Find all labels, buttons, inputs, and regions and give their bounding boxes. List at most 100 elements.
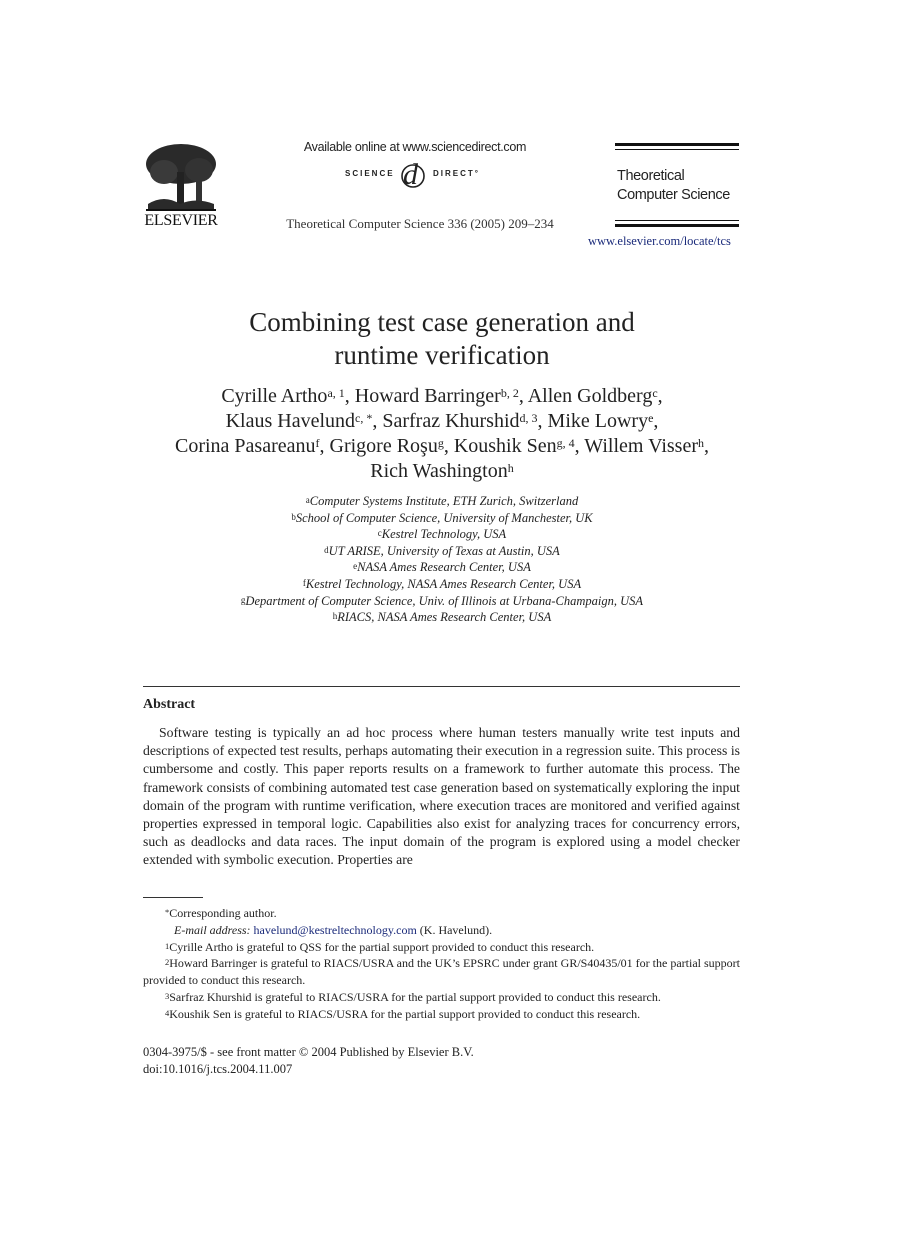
sciencedirect-direct-text: DIRECT° xyxy=(433,169,480,178)
affiliation-text: Computer Systems Institute, ETH Zurich, … xyxy=(309,494,579,508)
author-separator: , xyxy=(443,435,454,457)
author-affil-sup: g, 4 xyxy=(556,436,575,450)
doi-line: doi:10.1016/j.tcs.2004.11.007 xyxy=(143,1061,293,1076)
paper-title-line1: Combining test case generation and xyxy=(249,307,635,337)
paper-title-line2: runtime verification xyxy=(334,340,550,370)
author-affil-sup: b, 2 xyxy=(500,386,519,400)
journal-url-link[interactable]: www.elsevier.com/locate/tcs xyxy=(588,234,731,249)
affiliation-key: c xyxy=(377,528,382,539)
footnote-item: 1Cyrille Artho is grateful to QSS for th… xyxy=(143,939,740,956)
author-separator: , xyxy=(653,410,659,432)
footnote-text: Cyrille Artho is grateful to QSS for the… xyxy=(169,939,595,954)
footnote-mark: 3 xyxy=(165,990,170,1001)
footnote-text: Howard Barringer is grateful to RIACS/US… xyxy=(143,956,740,988)
abstract-body: Software testing is typically an ad hoc … xyxy=(143,724,740,870)
affiliation-text: Department of Computer Science, Univ. of… xyxy=(245,593,644,608)
author-separator: , xyxy=(518,385,528,407)
author-name: Mike Lowry xyxy=(547,410,649,432)
affiliation-key: b xyxy=(291,511,296,522)
author-affil-sup: h xyxy=(698,436,704,450)
author-separator: , xyxy=(372,410,383,432)
paper-title: Combining test case generation and runti… xyxy=(0,306,884,372)
author-affil-sup: c xyxy=(652,386,658,400)
author-name: Allen Goldberg xyxy=(527,385,653,407)
affiliation-list: aComputer Systems Institute, ETH Zurich,… xyxy=(0,493,884,626)
abstract-divider xyxy=(143,686,740,687)
affiliation-key: d xyxy=(324,544,329,555)
affiliation-item: bSchool of Computer Science, University … xyxy=(0,510,884,527)
journal-reference: Theoretical Computer Science 336 (2005) … xyxy=(286,216,554,231)
affiliation-text: NASA Ames Research Center, USA xyxy=(357,560,531,575)
footnote-email: E-mail address: havelund@kestreltechnolo… xyxy=(143,922,740,939)
author-affil-sup: e xyxy=(648,411,654,425)
author-name: Koushik Sen xyxy=(453,435,557,457)
journal-name: Theoretical Computer Science xyxy=(617,167,730,205)
footnote-text: Sarfraz Khurshid is grateful to RIACS/US… xyxy=(169,989,661,1004)
affiliation-text: UT ARISE, University of Texas at Austin,… xyxy=(328,543,560,558)
affiliation-item: dUT ARISE, University of Texas at Austin… xyxy=(0,543,884,560)
footnote-corresponding: *Corresponding author. xyxy=(143,905,740,922)
affiliation-key: a xyxy=(305,495,310,505)
author-name: Howard Barringer xyxy=(354,385,501,407)
author-name: Grigore Roşu xyxy=(329,435,438,457)
issn-line: 0304-3975/$ - see front matter © 2004 Pu… xyxy=(143,1045,474,1059)
sciencedirect-circle-icon xyxy=(401,164,425,188)
journal-rule-top-thick xyxy=(615,143,739,146)
affiliation-key: e xyxy=(353,561,358,572)
author-line: Cyrille Arthoa, 1, Howard Barringerb, 2,… xyxy=(0,384,884,409)
sciencedirect-science-text: SCIENCE xyxy=(345,169,395,178)
affiliation-item: gDepartment of Computer Science, Univ. o… xyxy=(0,593,884,610)
email-owner: (K. Havelund). xyxy=(419,922,493,937)
author-name: Klaus Havelund xyxy=(225,410,356,432)
author-affil-sup: c, * xyxy=(355,411,373,425)
author-line: Rich Washingtonh xyxy=(0,459,884,484)
footnote-item: 4Koushik Sen is grateful to RIACS/USRA f… xyxy=(143,1006,740,1023)
author-name: Rich Washington xyxy=(370,460,508,482)
author-affil-sup: f xyxy=(315,436,320,450)
author-affil-sup: h xyxy=(507,461,514,475)
journal-rule-bottom-thick xyxy=(615,224,739,227)
affiliation-text: Kestrel Technology, NASA Ames Research C… xyxy=(305,576,582,591)
author-name: Corina Pasareanu xyxy=(174,435,316,457)
author-list: Cyrille Arthoa, 1, Howard Barringerb, 2,… xyxy=(0,384,884,484)
affiliation-item: eNASA Ames Research Center, USA xyxy=(0,559,884,576)
abstract-text: Software testing is typically an ad hoc … xyxy=(143,725,740,868)
author-separator: , xyxy=(704,435,709,457)
author-separator: , xyxy=(344,385,355,407)
footnote-divider xyxy=(143,897,203,898)
footnotes: *Corresponding author. E-mail address: h… xyxy=(143,905,740,1023)
author-separator: , xyxy=(574,435,585,457)
affiliation-text: Kestrel Technology, USA xyxy=(381,527,507,542)
affiliation-item: fKestrel Technology, NASA Ames Research … xyxy=(0,576,884,593)
publisher-name: ELSEVIER xyxy=(144,212,218,229)
affiliation-item: aComputer Systems Institute, ETH Zurich,… xyxy=(0,493,884,510)
journal-rule-bottom-thin xyxy=(615,220,739,221)
author-affil-sup: a, 1 xyxy=(327,386,345,400)
footnote-mark: 2 xyxy=(165,957,170,968)
author-line: Klaus Havelundc, *, Sarfraz Khurshidd, 3… xyxy=(0,409,884,434)
footnote-text: Koushik Sen is grateful to RIACS/USRA fo… xyxy=(169,1006,641,1021)
author-affil-sup: d, 3 xyxy=(519,411,538,425)
author-separator: , xyxy=(319,435,330,457)
front-matter: 0304-3975/$ - see front matter © 2004 Pu… xyxy=(143,1044,474,1077)
affiliation-key: h xyxy=(332,611,338,622)
journal-name-line2: Computer Science xyxy=(617,187,730,203)
author-separator: , xyxy=(657,385,663,407)
journal-rule-top-thin xyxy=(615,149,739,150)
affiliation-key: g xyxy=(240,594,246,605)
affiliation-item: cKestrel Technology, USA xyxy=(0,526,884,543)
available-online-text: Available online at www.sciencedirect.co… xyxy=(303,140,527,154)
journal-name-line1: Theoretical xyxy=(617,168,685,184)
email-link[interactable]: havelund@kestreltechnology.com xyxy=(254,923,417,937)
author-name: Cyrille Artho xyxy=(221,385,328,407)
sciencedirect-logo: SCIENCE d DIRECT° xyxy=(300,158,530,191)
affiliation-text: School of Computer Science, University o… xyxy=(295,510,593,525)
affiliation-key: f xyxy=(302,577,306,588)
affiliation-item: hRIACS, NASA Ames Research Center, USA xyxy=(0,609,884,626)
author-separator: , xyxy=(537,410,548,432)
elsevier-tree-icon xyxy=(146,144,216,211)
author-name: Willem Visser xyxy=(584,435,698,457)
footnote-item: 2Howard Barringer is grateful to RIACS/U… xyxy=(143,955,740,989)
footnote-item: 3Sarfraz Khurshid is grateful to RIACS/U… xyxy=(143,989,740,1006)
elsevier-logo: ELSEVIER xyxy=(140,142,222,232)
